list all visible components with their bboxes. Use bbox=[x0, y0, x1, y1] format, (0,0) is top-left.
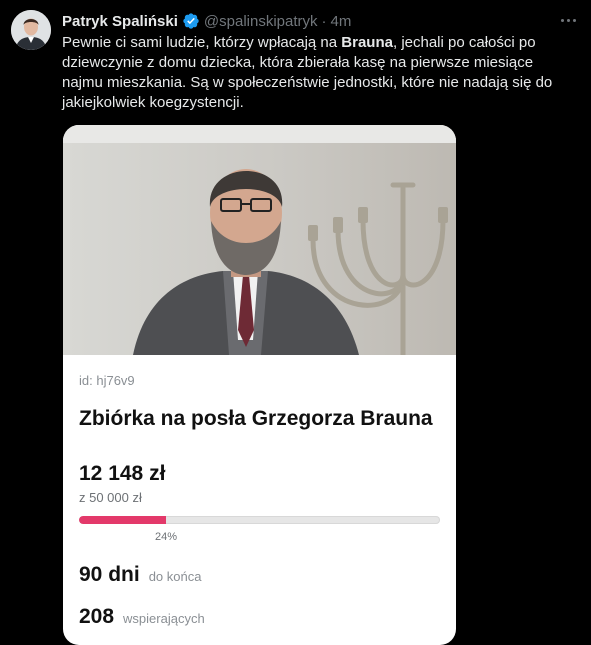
tweet-header: Patryk Spaliński @spalinskipatryk · 4m bbox=[62, 11, 351, 31]
avatar[interactable] bbox=[11, 10, 51, 50]
days-value: 90 dni bbox=[79, 563, 140, 586]
days-remaining: 90 dni do końca bbox=[79, 563, 201, 587]
fundraiser-id: id: hj76v9 bbox=[79, 373, 135, 388]
timestamp[interactable]: 4m bbox=[331, 13, 352, 30]
tweet-text-bold: Brauna bbox=[341, 34, 393, 51]
verified-badge-icon bbox=[182, 12, 200, 30]
days-label: do końca bbox=[148, 569, 202, 584]
raised-amount: 12 148 zł bbox=[79, 462, 166, 485]
progress-bar bbox=[79, 516, 440, 524]
progress-percent: 24% bbox=[155, 531, 178, 543]
supporters-value: 208 bbox=[79, 605, 115, 628]
supporters-label: wspierających bbox=[123, 611, 205, 626]
supporters-count: 208 wspierających bbox=[79, 605, 205, 629]
author-handle[interactable]: @spalinskipatryk bbox=[204, 13, 318, 30]
fundraiser-title: Zbiórka na posła Grzegorza Brauna bbox=[79, 407, 433, 430]
tweet: Patryk Spaliński @spalinskipatryk · 4m P… bbox=[0, 0, 591, 645]
more-options-icon[interactable] bbox=[556, 10, 580, 30]
tweet-text: Pewnie ci sami ludzie, którzy wpłacają n… bbox=[62, 33, 572, 113]
separator-dot: · bbox=[321, 12, 327, 30]
goal-amount: z 50 000 zł bbox=[79, 490, 142, 505]
tweet-text-before: Pewnie ci sami ludzie, którzy wpłacają n… bbox=[62, 34, 342, 51]
fundraiser-photo bbox=[63, 125, 456, 358]
progress-bar-fill bbox=[79, 516, 166, 524]
fundraiser-card[interactable]: id: hj76v9 Zbiórka na posła Grzegorza Br… bbox=[63, 125, 456, 645]
author-name[interactable]: Patryk Spaliński bbox=[62, 13, 178, 30]
